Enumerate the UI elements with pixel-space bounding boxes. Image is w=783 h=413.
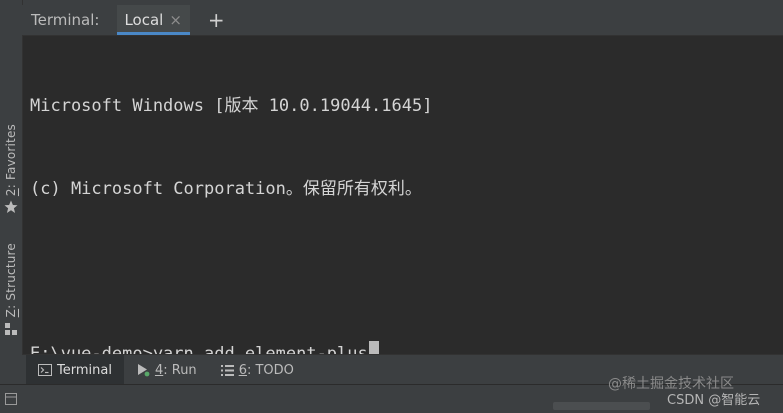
tool-tab-todo[interactable]: 6: TODO — [209, 355, 306, 385]
tool-tab-run-label: 4: Run — [154, 362, 197, 378]
run-icon — [136, 363, 150, 377]
sidebar-item-favorites[interactable]: 2: Favorites — [0, 124, 22, 217]
structure-icon — [5, 323, 17, 338]
tool-tab-run[interactable]: 4: Run — [124, 355, 209, 385]
tool-tab-terminal[interactable]: Terminal — [26, 355, 124, 385]
structure-label: Z: Structure — [4, 243, 18, 318]
tool-tab-todo-label: 6: TODO — [238, 362, 294, 378]
terminal-icon — [38, 364, 52, 376]
tab-local-label: Local — [124, 11, 164, 29]
window-toggle-icon[interactable] — [5, 390, 17, 409]
terminal-tab-bar: Terminal: Local × + — [22, 5, 783, 36]
watermark-csdn: CSDN @智能云 — [667, 393, 761, 408]
terminal-line: Microsoft Windows [版本 10.0.19044.1645] — [30, 96, 433, 116]
terminal-line: (c) Microsoft Corporation。保留所有权利。 — [30, 178, 422, 199]
left-tool-sidebar: 2: Favorites Z: Structure — [0, 0, 23, 384]
close-icon[interactable]: × — [169, 11, 182, 29]
tool-tab-terminal-label: Terminal — [57, 362, 112, 378]
star-icon — [4, 200, 18, 217]
terminal-tool-title: Terminal: — [31, 11, 100, 29]
sidebar-item-structure[interactable]: Z: Structure — [0, 243, 22, 338]
new-session-button[interactable]: + — [208, 10, 225, 30]
todo-icon — [220, 364, 234, 376]
terminal-output[interactable]: Microsoft Windows [版本 10.0.19044.1645] (… — [30, 38, 773, 396]
tab-local[interactable]: Local × — [117, 5, 191, 35]
favorites-label: 2: Favorites — [4, 124, 18, 197]
horizontal-scrollbar[interactable] — [553, 402, 650, 410]
